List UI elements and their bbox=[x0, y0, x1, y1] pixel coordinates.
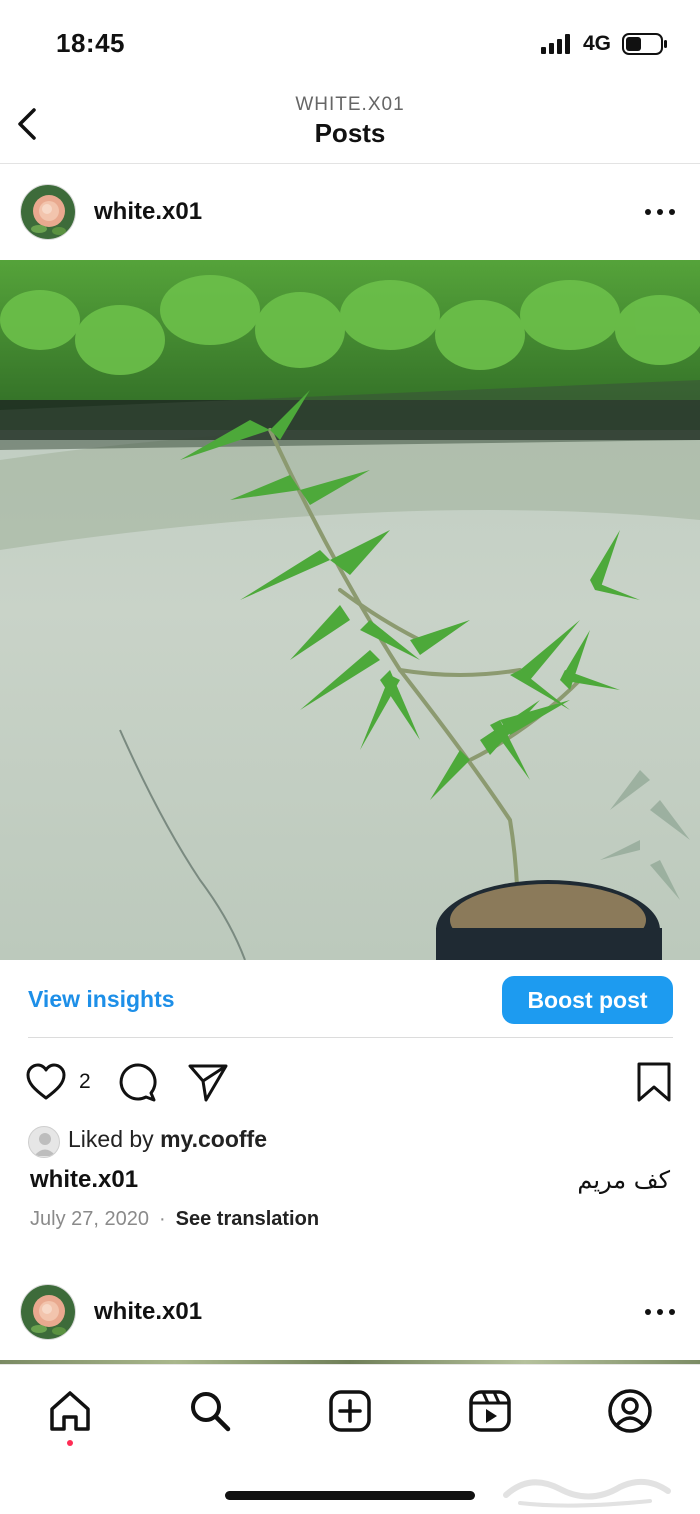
next-post-more-icon[interactable] bbox=[640, 1302, 680, 1322]
post-username[interactable]: white.x01 bbox=[94, 198, 202, 226]
post-date: July 27, 2020 bbox=[30, 1208, 149, 1230]
share-paper-plane-icon[interactable] bbox=[186, 1060, 230, 1104]
post-meta: July 27, 2020 · See translation bbox=[30, 1208, 319, 1231]
network-type: 4G bbox=[583, 32, 612, 55]
bookmark-icon[interactable] bbox=[632, 1060, 676, 1104]
search-icon[interactable] bbox=[186, 1387, 234, 1435]
plant-photo-illustration bbox=[0, 260, 700, 960]
more-options-icon[interactable] bbox=[640, 202, 680, 222]
watermark-logo bbox=[503, 1478, 671, 1508]
meta-separator: · bbox=[158, 1208, 166, 1230]
boost-post-button[interactable]: Boost post bbox=[502, 976, 673, 1024]
liked-by-username[interactable]: my.cooffe bbox=[160, 1126, 267, 1152]
home-icon[interactable] bbox=[46, 1387, 94, 1435]
post-photo-plant[interactable] bbox=[0, 260, 700, 960]
next-post-username[interactable]: white.x01 bbox=[94, 1298, 202, 1326]
post-header: white.x01 bbox=[0, 164, 700, 260]
active-tab-dot bbox=[67, 1440, 73, 1446]
liked-by-prefix: Liked by bbox=[68, 1126, 161, 1152]
bottom-tab-bar bbox=[0, 1364, 700, 1514]
next-post-header: white.x01 bbox=[0, 1264, 700, 1360]
like-count[interactable]: 2 bbox=[79, 1070, 91, 1094]
top-navigation: WHITE.X01 Posts bbox=[0, 88, 700, 164]
caption-username[interactable]: white.x01 bbox=[30, 1166, 138, 1194]
signal-strength-icon bbox=[541, 34, 570, 54]
liker-avatar bbox=[28, 1126, 60, 1158]
reels-icon[interactable] bbox=[466, 1387, 514, 1435]
caption-text: كف مريم bbox=[577, 1166, 670, 1194]
insights-row: View insights Boost post bbox=[0, 960, 700, 1038]
battery-icon bbox=[622, 33, 667, 55]
heart-icon[interactable] bbox=[24, 1060, 68, 1104]
see-translation-link[interactable]: See translation bbox=[176, 1208, 319, 1230]
page-title: Posts bbox=[314, 118, 386, 148]
status-time: 18:45 bbox=[56, 28, 125, 58]
home-indicator[interactable] bbox=[225, 1491, 475, 1500]
next-post-avatar[interactable] bbox=[20, 1284, 76, 1340]
liked-by-text: Liked by my.cooffe bbox=[68, 1126, 267, 1153]
view-insights-link[interactable]: View insights bbox=[28, 986, 175, 1013]
comment-icon[interactable] bbox=[115, 1060, 159, 1104]
status-bar: 18:45 4G bbox=[0, 0, 700, 88]
nav-account-name: WHITE.X01 bbox=[295, 94, 405, 115]
avatar[interactable] bbox=[20, 184, 76, 240]
divider bbox=[28, 1037, 673, 1038]
post-actions: 2 bbox=[0, 1058, 700, 1108]
create-icon[interactable] bbox=[326, 1387, 374, 1435]
profile-icon[interactable] bbox=[606, 1387, 654, 1435]
